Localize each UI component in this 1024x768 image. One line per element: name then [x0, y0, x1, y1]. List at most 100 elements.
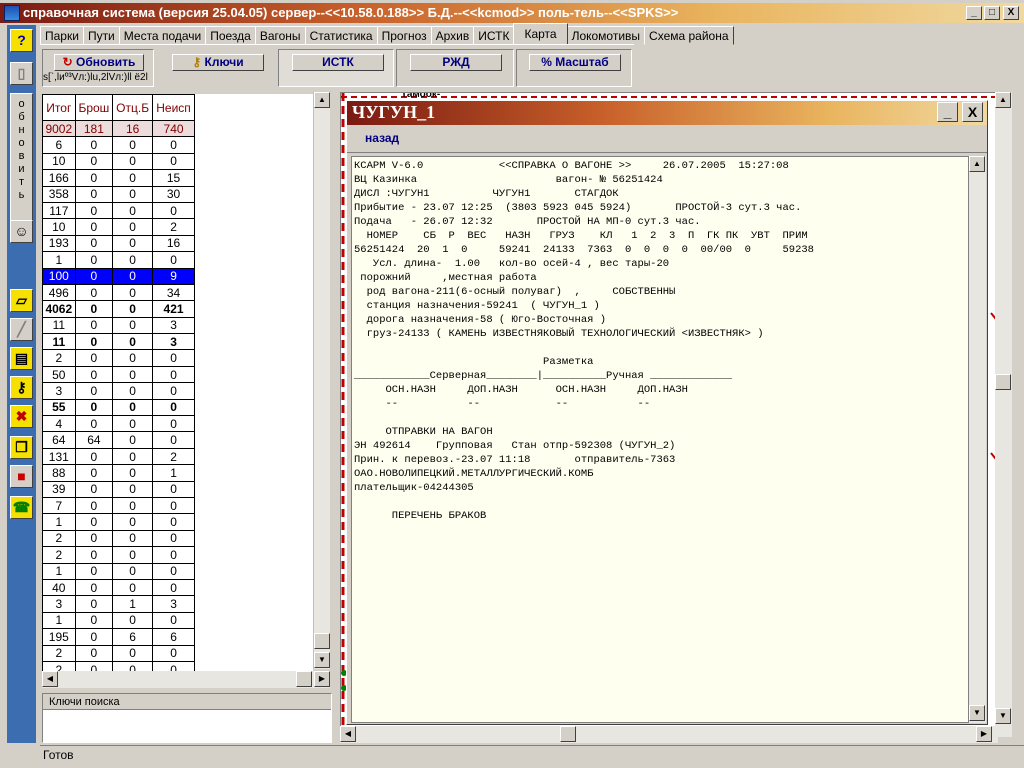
- hscroll-thumb[interactable]: [296, 671, 312, 687]
- table-row[interactable]: 496 0 0 34: [42, 283, 195, 302]
- table-row[interactable]: 1000: [42, 562, 195, 580]
- table-row[interactable]: 40 0 0 0: [42, 578, 195, 597]
- table-horizontal-scrollbar[interactable]: ◀ ▶: [42, 671, 330, 688]
- refresh-vertical-button[interactable]: обновить: [10, 93, 33, 225]
- table-row[interactable]: 88 0 0 1: [42, 464, 195, 482]
- table-row[interactable]: 10 0 0 2: [42, 218, 195, 236]
- table-row[interactable]: 166 0 0 15: [42, 169, 195, 187]
- istk-button[interactable]: ИСТК: [292, 54, 384, 71]
- pen-icon[interactable]: ╱: [10, 318, 33, 341]
- tab-locomotives[interactable]: Локомотивы: [566, 26, 646, 45]
- table-vertical-scrollbar[interactable]: ▲ ▼: [313, 92, 330, 669]
- scroll-thumb[interactable]: [314, 633, 330, 649]
- tab-forecast[interactable]: Прогноз: [376, 26, 432, 45]
- table-row[interactable]: 55 0 0 0: [42, 398, 195, 417]
- table-row[interactable]: 358 0 0 30: [42, 185, 195, 203]
- table-row[interactable]: 11 0 0 3: [42, 316, 195, 335]
- table-row[interactable]: 4062 0 0 421: [42, 300, 195, 318]
- table-row[interactable]: 7000: [42, 496, 195, 515]
- col-detached[interactable]: Отц.Б: [112, 94, 154, 121]
- map-horizontal-scrollbar[interactable]: ◀ ▶: [340, 726, 998, 743]
- disabled-tool-icon[interactable]: ▯: [10, 62, 33, 85]
- map-vertical-scrollbar[interactable]: ▲ ▼: [995, 92, 1012, 737]
- table-row[interactable]: 2000: [42, 529, 195, 548]
- table-row[interactable]: 4000: [42, 415, 195, 433]
- table-row[interactable]: 1000: [42, 611, 195, 630]
- table-row[interactable]: 2000: [42, 660, 195, 671]
- scroll-down-icon[interactable]: ▼: [995, 708, 1011, 724]
- table-row[interactable]: 2000: [42, 349, 195, 367]
- table-row[interactable]: 2000: [42, 644, 195, 662]
- tab-statistics[interactable]: Статистика: [304, 26, 378, 45]
- table-cell: 0: [74, 546, 114, 564]
- map-hscroll-thumb[interactable]: [560, 726, 576, 742]
- table-cell: 496: [42, 283, 76, 302]
- tab-parks[interactable]: Парки: [40, 26, 84, 45]
- windows-icon[interactable]: ❐: [10, 436, 33, 459]
- help-button[interactable]: ?: [10, 29, 33, 52]
- phone-icon[interactable]: ☎: [10, 496, 33, 519]
- rzd-button[interactable]: РЖД: [410, 54, 502, 71]
- close-button[interactable]: X: [1003, 6, 1019, 20]
- scroll-down-icon[interactable]: ▼: [969, 705, 985, 721]
- eraser-icon[interactable]: ▱: [10, 289, 33, 312]
- scroll-left-icon[interactable]: ◀: [340, 726, 356, 742]
- scroll-up-icon[interactable]: ▲: [995, 92, 1011, 108]
- col-total[interactable]: Итог: [42, 94, 76, 121]
- col-unused[interactable]: Неисп: [152, 94, 195, 121]
- scroll-right-icon[interactable]: ▶: [976, 726, 992, 742]
- table-row[interactable]: 39 0 0 0: [42, 480, 195, 498]
- table-row[interactable]: 1000: [42, 251, 195, 269]
- scroll-up-icon[interactable]: ▲: [314, 92, 330, 108]
- table-row[interactable]: 3000: [42, 382, 195, 400]
- tab-delivery-places[interactable]: Места подачи: [118, 26, 207, 45]
- table-row[interactable]: 64 64 0 0: [42, 431, 195, 449]
- dialog-close-button[interactable]: X: [962, 102, 983, 122]
- table-cell: 193: [42, 234, 76, 253]
- tab-tracks[interactable]: Пути: [82, 26, 120, 45]
- table-row[interactable]: 10 0 0 0: [42, 152, 195, 171]
- tools-icon[interactable]: ✖: [10, 405, 33, 428]
- color-palette-icon[interactable]: ■: [10, 465, 33, 488]
- table-row[interactable]: 117 0 0 0: [42, 201, 195, 220]
- table-row[interactable]: 3013: [42, 595, 195, 613]
- col-abandoned[interactable]: Брош: [74, 94, 114, 121]
- tab-map[interactable]: Карта: [513, 23, 568, 44]
- refresh-button[interactable]: ↻ Обновить: [54, 54, 144, 71]
- report-vertical-scrollbar[interactable]: ▲ ▼: [969, 156, 986, 723]
- table-row[interactable]: 6000: [42, 136, 195, 154]
- table-row[interactable]: 11 0 0 3: [42, 333, 195, 351]
- keys-button[interactable]: ⚷ Ключи: [172, 54, 264, 71]
- table-row[interactable]: 50 0 0 0: [42, 365, 195, 384]
- dialog-title-bar[interactable]: ЧУГУН_1 _ X: [347, 101, 987, 125]
- table-row[interactable]: 193 0 0 16: [42, 234, 195, 253]
- key-icon[interactable]: ⚷: [10, 376, 33, 399]
- scroll-right-icon[interactable]: ▶: [314, 671, 330, 687]
- dialog-minimize-button[interactable]: _: [937, 102, 958, 122]
- tab-wagons[interactable]: Вагоны: [254, 26, 306, 45]
- person-icon[interactable]: ☺: [10, 220, 33, 243]
- table-cell: 1: [112, 595, 154, 613]
- back-button[interactable]: назад: [365, 131, 399, 145]
- table-row[interactable]: 100 0 0 9: [42, 267, 195, 285]
- total-row[interactable]: 9002 181 16 740: [42, 119, 195, 138]
- table-cell: 0: [112, 529, 154, 548]
- map-scroll-thumb[interactable]: [995, 374, 1011, 390]
- scroll-up-icon[interactable]: ▲: [969, 156, 985, 172]
- scroll-down-icon[interactable]: ▼: [314, 652, 330, 668]
- table-row[interactable]: 1000: [42, 513, 195, 531]
- table-row[interactable]: 195 0 6 6: [42, 628, 195, 646]
- table-cell: 30: [152, 185, 195, 203]
- table-row[interactable]: 131 0 0 2: [42, 447, 195, 466]
- tab-trains[interactable]: Поезда: [205, 26, 256, 45]
- table-row[interactable]: 2000: [42, 546, 195, 564]
- tab-archive[interactable]: Архив: [430, 26, 475, 45]
- cards-icon[interactable]: ▤: [10, 347, 33, 370]
- scale-button[interactable]: % Масштаб: [529, 54, 621, 71]
- maximize-button[interactable]: □: [984, 6, 1000, 20]
- scroll-left-icon[interactable]: ◀: [42, 671, 58, 687]
- tab-istk[interactable]: ИСТК: [473, 26, 515, 45]
- minimize-button[interactable]: _: [966, 6, 982, 20]
- tab-area-scheme[interactable]: Схема района: [644, 26, 734, 45]
- table-cell: 0: [112, 398, 154, 417]
